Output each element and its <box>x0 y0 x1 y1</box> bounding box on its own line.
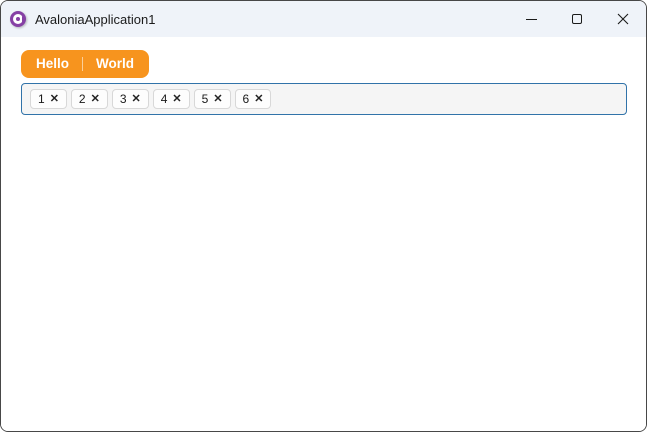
chip-remove-icon[interactable]: ✕ <box>213 93 222 105</box>
chip-remove-icon[interactable]: ✕ <box>50 93 59 105</box>
chip: 4 ✕ <box>152 89 190 109</box>
tab-hello[interactable]: Hello <box>23 50 82 78</box>
chip-label: 5 <box>201 92 209 106</box>
minimize-icon <box>525 18 537 20</box>
chip-label: 6 <box>242 92 250 106</box>
caption-buttons <box>508 1 646 37</box>
close-icon <box>617 13 629 25</box>
chip-label: 4 <box>160 92 168 106</box>
minimize-button[interactable] <box>508 1 554 37</box>
chips-container[interactable]: 1 ✕ 2 ✕ 3 ✕ 4 ✕ 5 ✕ 6 ✕ <box>21 83 627 115</box>
tab-world[interactable]: World <box>83 50 147 78</box>
tab-strip: Hello World <box>21 50 150 78</box>
chip-label: 3 <box>119 92 127 106</box>
app-window: AvaloniaApplication1 Hello World 1 ✕ 2 ✕… <box>0 0 647 432</box>
chip-remove-icon[interactable]: ✕ <box>254 93 263 105</box>
close-button[interactable] <box>600 1 646 37</box>
window-content: Hello World 1 ✕ 2 ✕ 3 ✕ 4 ✕ 5 ✕ 6 ✕ <box>1 37 646 431</box>
chip-remove-icon[interactable]: ✕ <box>91 93 100 105</box>
maximize-button[interactable] <box>554 1 600 37</box>
titlebar[interactable]: AvaloniaApplication1 <box>1 1 646 37</box>
chip-label: 1 <box>38 92 45 106</box>
chip: 3 ✕ <box>111 89 149 109</box>
chip-remove-icon[interactable]: ✕ <box>172 93 181 105</box>
maximize-icon <box>572 14 582 24</box>
chip: 6 ✕ <box>234 89 272 109</box>
avalonia-logo-icon <box>10 11 26 27</box>
chip: 2 ✕ <box>70 89 108 109</box>
window-title: AvaloniaApplication1 <box>35 11 156 27</box>
chip-remove-icon[interactable]: ✕ <box>132 93 141 105</box>
chip-label: 2 <box>78 92 86 106</box>
chip: 5 ✕ <box>193 89 231 109</box>
chip: 1 ✕ <box>30 89 67 109</box>
